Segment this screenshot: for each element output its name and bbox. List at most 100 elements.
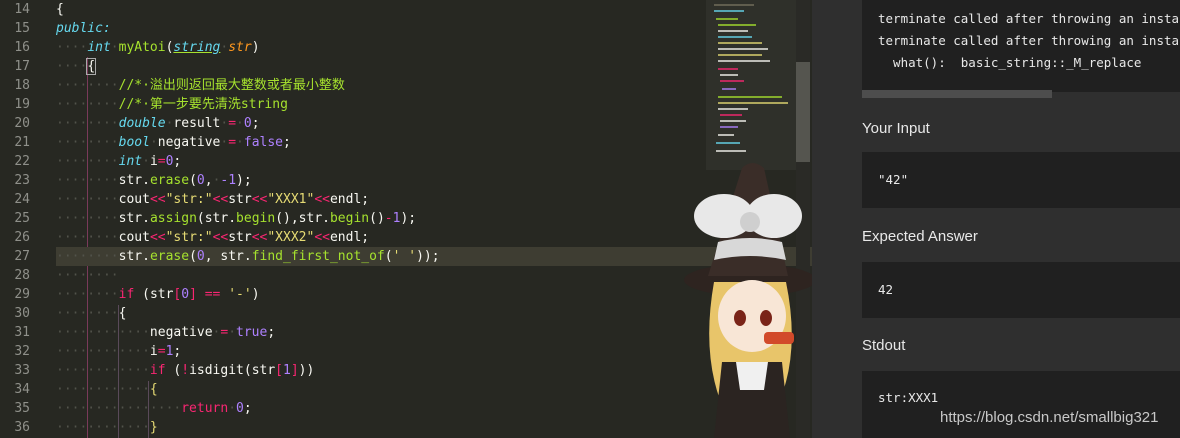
operator: - [384, 211, 393, 226]
horizontal-scrollbar[interactable] [862, 90, 1052, 98]
variable: result [173, 116, 221, 131]
number: -1 [220, 173, 237, 188]
scrollbar-thumb[interactable] [796, 62, 810, 162]
function-name: myAtoi [118, 40, 166, 55]
method: erase [149, 173, 190, 188]
semicolon: ; [173, 154, 182, 169]
line-number: 36 [14, 420, 30, 435]
semicolon: ; [243, 401, 252, 416]
stdout-title: Stdout [862, 337, 906, 354]
paren: ( [165, 363, 182, 378]
identifier: endl; [329, 192, 370, 207]
literal: true [236, 325, 268, 340]
line-number: 17 [14, 59, 30, 74]
operator: << [251, 192, 268, 207]
code-line-17[interactable]: ····{ [56, 57, 812, 76]
line-number: 35 [14, 401, 30, 416]
operator: << [212, 230, 229, 245]
brace: } [149, 420, 158, 435]
paren: ( [189, 249, 197, 264]
object: , str. [204, 249, 252, 264]
error-line: terminate called after throwing an insta [878, 33, 1180, 48]
string: "XXX2" [267, 230, 315, 245]
number: 1 [283, 363, 291, 378]
line-number: 15 [14, 21, 30, 36]
method: begin [329, 211, 370, 226]
line-number: 33 [14, 363, 30, 378]
operator: << [314, 230, 330, 245]
line-number: 31 [14, 325, 30, 340]
expected-answer-box: 42 [862, 262, 1180, 318]
char-literal: '-' [228, 287, 252, 302]
error-line: terminate called after throwing an insta [878, 11, 1180, 26]
operator: = [228, 116, 237, 131]
stdout-box: str:XXX1 [862, 371, 1180, 438]
code-line-20[interactable]: ········double·result·=·0; [56, 114, 812, 133]
line-number: 22 [14, 154, 30, 169]
paren: ( [384, 249, 393, 264]
code-line-14[interactable]: { [56, 0, 812, 19]
identifier: str [228, 230, 252, 245]
variable: negative [157, 135, 221, 150]
paren: )) [298, 363, 315, 378]
identifier: cout [118, 192, 150, 207]
result-panel: terminate called after throwing an insta… [812, 0, 1180, 438]
brace: { [118, 306, 127, 321]
number: 0 [196, 249, 205, 264]
object: str. [118, 173, 150, 188]
string: "str:" [165, 230, 213, 245]
code-line-16[interactable]: ····int·myAtoi(string·str) [56, 38, 812, 57]
watermark: https://blog.csdn.net/smallbig321 [940, 409, 1159, 426]
identifier: cout [118, 230, 150, 245]
code-editor[interactable]: 14 15 16 17 18 19 20 21 22 23 24 25 26 2… [0, 0, 812, 438]
literal: false [243, 135, 284, 150]
operator: = [228, 135, 237, 150]
semicolon: ; [267, 325, 276, 340]
method: begin [236, 211, 276, 226]
operator: << [212, 192, 229, 207]
semicolon: ; [283, 135, 291, 150]
brace: { [56, 2, 64, 17]
variable: i [149, 154, 158, 169]
line-number: 29 [14, 287, 30, 302]
object: str. [298, 211, 330, 226]
code-line-18[interactable]: ········//*·溢出则返回最大整数或者最小整数 [56, 76, 812, 95]
line-number: 32 [14, 344, 30, 359]
variable: negative [149, 325, 213, 340]
identifier: str [149, 287, 174, 302]
variable: i [149, 344, 158, 359]
minimap[interactable] [712, 0, 796, 170]
semicolon: ; [173, 344, 182, 359]
param-name: str [228, 40, 252, 55]
keyword: if [118, 287, 135, 302]
string: "str:" [165, 192, 213, 207]
code-line-19[interactable]: ········//*·第一步要先清洗string [56, 95, 812, 114]
comma: , [204, 173, 213, 188]
number: 0 [181, 287, 190, 302]
mascot-image [684, 163, 812, 438]
bracket: ] [290, 363, 299, 378]
return-type: int [87, 40, 111, 55]
operator: << [149, 192, 166, 207]
identifier: endl; [329, 230, 370, 245]
line-number: 21 [14, 135, 30, 150]
line-number: 20 [14, 116, 30, 131]
method: assign [149, 211, 197, 226]
line-number: 26 [14, 230, 30, 245]
line-number: 18 [14, 78, 30, 93]
char-literal: ' ' [392, 249, 417, 264]
operator: = [157, 154, 166, 169]
line-number: 14 [14, 2, 30, 17]
semicolon: ; [251, 116, 260, 131]
line-number: 28 [14, 268, 30, 283]
paren: ( [243, 363, 252, 378]
operator: << [251, 230, 268, 245]
error-output-box: terminate called after throwing an insta… [862, 0, 1180, 92]
paren: ) [251, 287, 260, 302]
line-number: 30 [14, 306, 30, 321]
object: str. [118, 211, 150, 226]
code-line-15[interactable]: public: [56, 19, 812, 38]
comment: //*·第一步要先清洗string [118, 97, 288, 112]
param-type: string [173, 40, 221, 55]
comment: //*·溢出则返回最大整数或者最小整数 [118, 78, 345, 93]
